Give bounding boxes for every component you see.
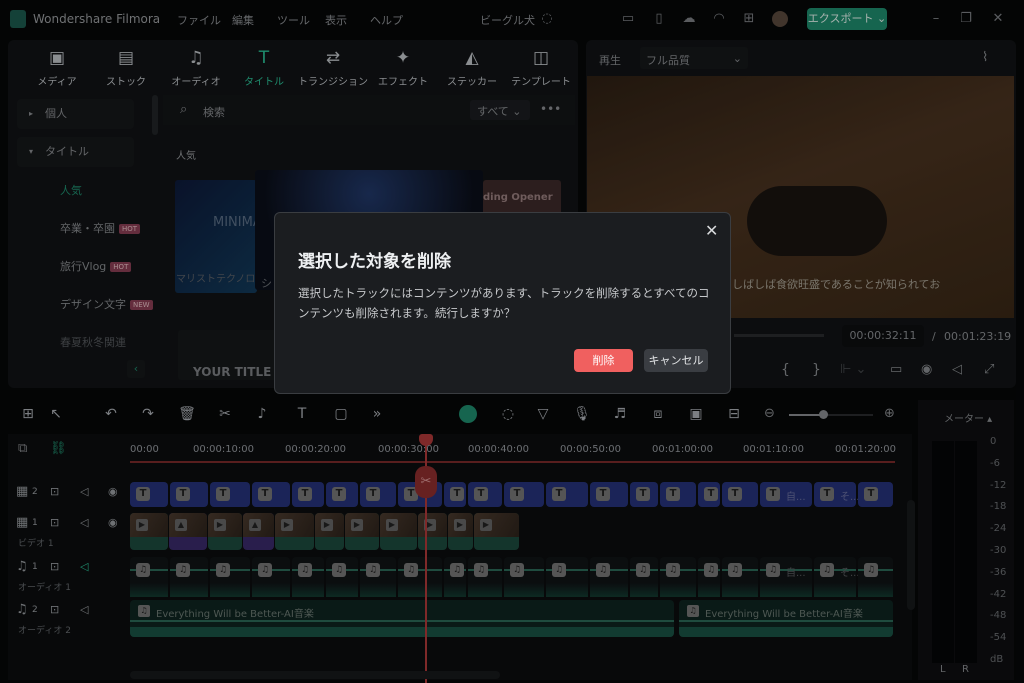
pip-icon[interactable]: ▣ [686,406,706,422]
ruler-tick-label: 00:00:50:00 [560,444,622,455]
tab-6[interactable]: ◭ ステッカー [437,48,507,88]
ruler-tick-label: 00:00:30:00 [378,444,440,455]
tab-label: トランジション [298,77,368,88]
lock-icon[interactable]: ⊡ [50,516,59,529]
tab-icon: ⇄ [325,48,341,68]
tab-label: タイトル [244,77,284,88]
ai-split-icon[interactable]: ⧈ [648,406,668,422]
tab-label: ステッカー [447,77,497,88]
eye-icon[interactable]: ◉ [108,516,118,529]
marker-icon[interactable]: ▽ [533,406,553,422]
ruler-tick-label: 00:00:10:00 [193,444,255,455]
ruler-tick-label: 00:00:40:00 [468,444,530,455]
speaker-icon[interactable]: ◁ [80,485,88,498]
eye-icon[interactable]: ◉ [108,485,118,498]
pointer-icon[interactable]: ↖ [46,406,66,422]
tab-label: オーディオ [171,77,221,88]
track-number: 2 [32,487,38,497]
speaker-icon[interactable]: ◁ [80,516,88,529]
track-number: 1 [32,562,38,572]
ruler-tick-label: 00:01:20:00 [835,444,897,455]
tab-label: エフェクト [378,77,428,88]
track-name: オーディオ 2 [18,626,71,636]
track-header-2: ♫ 1 ⊡ ◁ オーディオ 1 [10,557,128,597]
audio-icon[interactable]: ♪ [252,406,272,422]
tab-icon: ◭ [465,48,479,68]
track-header-1: ▦ 1 ⊡ ◁ ◉ ビデオ 1 [10,513,128,553]
close-icon[interactable]: ✕ [705,221,718,240]
tab-1[interactable]: ▤ ストック [91,48,161,88]
undo-icon[interactable]: ↶ [101,406,121,422]
dialog-title: 選択した対象を削除 [298,252,451,272]
track-name: ビデオ 1 [18,539,54,549]
delete-icon[interactable]: 🗑 [177,406,197,422]
mic-icon[interactable]: 🎙 [572,406,592,422]
track-type-icon: ▦ [16,484,29,499]
tab-label: テンプレート [511,77,571,88]
lock-icon[interactable]: ⊡ [50,485,59,498]
delete-confirm-dialog: ✕ 選択した対象を削除 選択したトラックにはコンテンツがあります、トラックを削除… [274,212,731,394]
redo-icon[interactable]: ↷ [138,406,158,422]
render-preview-icon[interactable]: ◌ [498,406,518,422]
tab-4[interactable]: ⇄ トランジション [298,48,368,88]
speaker-icon[interactable]: ◁ [80,603,88,616]
track-header-3: ♫ 2 ⊡ ◁ オーディオ 2 [10,600,128,640]
ruler-tick-label: 00:00 [130,444,159,455]
fit-icon[interactable]: ⊟ [724,406,744,422]
music-list-icon[interactable]: ♬ [610,406,630,422]
dialog-message: 選択したトラックにはコンテンツがあります、トラックを削除するとすべてのコンテンツ… [298,286,710,320]
track-number: 1 [32,518,38,528]
more-tools-icon[interactable]: » [367,406,387,422]
lock-icon[interactable]: ⊡ [50,603,59,616]
cut-icon[interactable]: ✂ [215,406,235,422]
tab-0[interactable]: ▣ メディア [22,48,92,88]
tab-label: ストック [106,77,146,88]
track-type-icon: ♫ [16,602,28,617]
ruler-tick-label: 00:01:00:00 [652,444,714,455]
cancel-button[interactable]: キャンセル [644,349,708,372]
tab-icon: ▣ [48,48,66,68]
track-type-icon: ▦ [16,515,29,530]
tab-icon: ◫ [532,48,550,68]
ruler-tick-label: 00:00:20:00 [285,444,347,455]
tab-2[interactable]: ♫ オーディオ [161,48,231,88]
mute-icon[interactable]: ◁ [80,560,88,573]
select-mode-icon[interactable]: ⊞ [18,406,38,422]
tab-3[interactable]: T タイトル [229,48,299,88]
track-number: 2 [32,605,38,615]
text-icon[interactable]: T [292,406,312,422]
tab-icon: ▤ [117,48,135,68]
ruler-tick-label: 00:01:10:00 [743,444,805,455]
track-name: オーディオ 1 [18,583,71,593]
crop-icon[interactable]: ▢ [331,406,351,422]
track-type-icon: ♫ [16,559,28,574]
lock-icon[interactable]: ⊡ [50,560,59,573]
tab-icon: T [258,48,270,68]
tab-5[interactable]: ✦ エフェクト [368,48,438,88]
delete-button[interactable]: 削除 [574,349,633,372]
tab-icon: ♫ [188,48,204,68]
tab-label: メディア [37,77,77,88]
tab-7[interactable]: ◫ テンプレート [506,48,576,88]
tab-icon: ✦ [395,48,411,68]
